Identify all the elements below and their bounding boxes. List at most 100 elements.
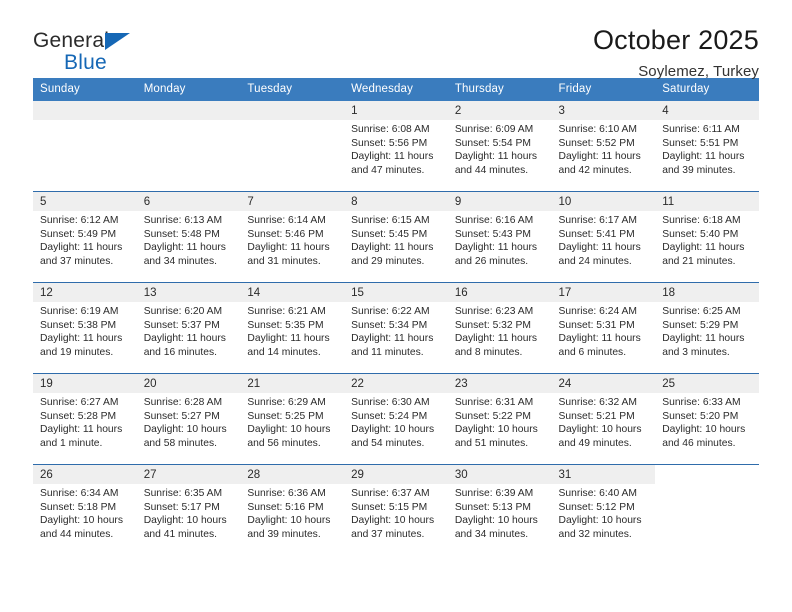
day-cell-content: 4 Sunrise: 6:11 AM Sunset: 5:51 PM Daylight… <box>655 101 759 191</box>
sunset-text: Sunset: 5:56 PM <box>351 137 428 149</box>
daylight-text-line1: Daylight: 10 hours <box>247 515 331 527</box>
calendar-day-cell[interactable]: 9 Sunrise: 6:16 AM Sunset: 5:43 PM Daylight… <box>447 191 552 283</box>
day-number: 15 <box>344 283 448 302</box>
sunrise-text: Sunrise: 6:15 AM <box>351 215 430 226</box>
day-cell-content: 24 Sunrise: 6:32 AM Sunset: 5:21 PM Dayligh… <box>551 374 656 464</box>
sun-info: Sunrise: 6:27 AM Sunset: 5:28 PM Daylight:… <box>33 393 137 450</box>
general-blue-logo[interactable]: General Blue <box>33 26 151 73</box>
daylight-text-line1: Daylight: 11 hours <box>558 151 641 163</box>
page-subtitle: Soylemez, Turkey <box>638 63 759 81</box>
daylight-text-line1: Daylight: 11 hours <box>662 333 745 345</box>
calendar-day-cell[interactable]: 14 Sunrise: 6:21 AM Sunset: 5:35 PM Dayligh… <box>240 282 345 374</box>
calendar-day-cell[interactable]: 21 Sunrise: 6:29 AM Sunset: 5:25 PM Dayligh… <box>240 373 345 465</box>
daylight-text-line1: Daylight: 10 hours <box>558 424 642 436</box>
calendar-day-cell[interactable]: 16 Sunrise: 6:23 AM Sunset: 5:32 PM Dayligh… <box>447 282 552 374</box>
calendar-day-cell[interactable]: 12 Sunrise: 6:19 AM Sunset: 5:38 PM Dayligh… <box>33 282 137 374</box>
sun-info: Sunrise: 6:31 AM Sunset: 5:22 PM Daylight:… <box>448 393 552 450</box>
sun-info: Sunrise: 6:23 AM Sunset: 5:32 PM Daylight:… <box>448 302 552 359</box>
day-cell-content: 1 Sunrise: 6:08 AM Sunset: 5:56 PM Daylight… <box>344 101 448 191</box>
day-number: 29 <box>344 465 448 484</box>
sunrise-text: Sunrise: 6:34 AM <box>40 488 119 499</box>
logo-word-general: General <box>33 29 110 52</box>
sun-info: Sunrise: 6:17 AM Sunset: 5:41 PM Daylight:… <box>552 211 656 268</box>
calendar-day-cell[interactable] <box>33 101 137 192</box>
calendar-day-cell[interactable]: 1 Sunrise: 6:08 AM Sunset: 5:56 PM Daylight… <box>344 101 448 192</box>
calendar-day-cell[interactable]: 20 Sunrise: 6:28 AM Sunset: 5:27 PM Dayligh… <box>136 373 241 465</box>
sunrise-text: Sunrise: 6:36 AM <box>247 488 326 499</box>
calendar-day-cell[interactable]: 3 Sunrise: 6:10 AM Sunset: 5:52 PM Daylight… <box>551 101 656 192</box>
day-cell-content <box>33 101 137 191</box>
calendar-day-cell[interactable]: 4 Sunrise: 6:11 AM Sunset: 5:51 PM Daylight… <box>655 101 759 192</box>
calendar-day-cell[interactable]: 25 Sunrise: 6:33 AM Sunset: 5:20 PM Dayligh… <box>655 373 759 465</box>
sun-info: Sunrise: 6:29 AM Sunset: 5:25 PM Daylight:… <box>240 393 344 450</box>
weekday-header-tuesday: Tuesday <box>240 78 345 101</box>
day-number: 23 <box>447 374 552 393</box>
sun-info: Sunrise: 6:21 AM Sunset: 5:35 PM Daylight:… <box>240 302 344 359</box>
day-number: 2 <box>447 101 552 120</box>
daylight-text-line2: and 14 minutes. <box>247 346 321 358</box>
day-cell-content: 25 Sunrise: 6:33 AM Sunset: 5:20 PM Dayligh… <box>655 374 759 464</box>
calendar-day-cell[interactable]: 5 Sunrise: 6:12 AM Sunset: 5:49 PM Daylight… <box>33 191 137 283</box>
day-number: 18 <box>655 283 759 302</box>
calendar-day-cell[interactable]: 2 Sunrise: 6:09 AM Sunset: 5:54 PM Daylight… <box>447 101 552 192</box>
sunset-text: Sunset: 5:29 PM <box>662 319 739 331</box>
calendar-day-cell[interactable] <box>240 101 345 192</box>
daylight-text-line2: and 44 minutes. <box>40 528 114 540</box>
calendar-day-cell[interactable]: 7 Sunrise: 6:14 AM Sunset: 5:46 PM Daylight… <box>240 191 345 283</box>
weekday-header-monday: Monday <box>136 78 241 101</box>
calendar-day-cell[interactable]: 26 Sunrise: 6:34 AM Sunset: 5:18 PM Dayligh… <box>33 464 137 555</box>
day-cell-content: 11 Sunrise: 6:18 AM Sunset: 5:40 PM Dayligh… <box>655 192 759 282</box>
sunrise-text: Sunrise: 6:23 AM <box>454 306 534 317</box>
sunrise-text: Sunrise: 6:08 AM <box>351 124 430 135</box>
day-cell-content: 28 Sunrise: 6:36 AM Sunset: 5:16 PM Dayligh… <box>240 465 345 555</box>
calendar-day-cell[interactable]: 10 Sunrise: 6:17 AM Sunset: 5:41 PM Dayligh… <box>551 191 656 283</box>
calendar-week-row: 1 Sunrise: 6:08 AM Sunset: 5:56 PM Daylight… <box>33 101 759 192</box>
sunset-text: Sunset: 5:17 PM <box>143 501 220 513</box>
sun-info: Sunrise: 6:35 AM Sunset: 5:17 PM Daylight:… <box>137 484 241 541</box>
daylight-text-line2: and 51 minutes. <box>454 437 529 449</box>
calendar-day-cell[interactable]: 30 Sunrise: 6:39 AM Sunset: 5:13 PM Dayligh… <box>447 464 552 555</box>
daylight-text-line1: Daylight: 11 hours <box>558 333 641 345</box>
calendar-day-cell[interactable]: 17 Sunrise: 6:24 AM Sunset: 5:31 PM Dayligh… <box>551 282 656 374</box>
calendar-day-cell[interactable] <box>136 101 241 192</box>
daylight-text-line1: Daylight: 10 hours <box>40 515 123 527</box>
day-cell-content: 3 Sunrise: 6:10 AM Sunset: 5:52 PM Daylight… <box>551 101 656 191</box>
daylight-text-line1: Daylight: 11 hours <box>454 151 538 163</box>
calendar-day-cell[interactable]: 23 Sunrise: 6:31 AM Sunset: 5:22 PM Dayligh… <box>447 373 552 465</box>
calendar-day-cell[interactable]: 24 Sunrise: 6:32 AM Sunset: 5:21 PM Dayligh… <box>551 373 656 465</box>
day-cell-content: 30 Sunrise: 6:39 AM Sunset: 5:13 PM Dayligh… <box>447 465 552 555</box>
day-number: 25 <box>655 374 759 393</box>
calendar-day-cell[interactable]: 8 Sunrise: 6:15 AM Sunset: 5:45 PM Daylight… <box>344 191 448 283</box>
sunset-text: Sunset: 5:34 PM <box>351 319 428 331</box>
daylight-text-line2: and 3 minutes. <box>662 346 730 358</box>
sun-info: Sunrise: 6:34 AM Sunset: 5:18 PM Daylight:… <box>33 484 137 541</box>
calendar-day-cell[interactable] <box>655 464 759 555</box>
calendar-day-cell[interactable]: 31 Sunrise: 6:40 AM Sunset: 5:12 PM Dayligh… <box>551 464 656 555</box>
daylight-text-line1: Daylight: 11 hours <box>40 424 123 436</box>
calendar-day-cell[interactable]: 6 Sunrise: 6:13 AM Sunset: 5:48 PM Daylight… <box>136 191 241 283</box>
daylight-text-line2: and 42 minutes. <box>558 164 632 176</box>
day-cell-content: 23 Sunrise: 6:31 AM Sunset: 5:22 PM Dayligh… <box>447 374 552 464</box>
daylight-text-line2: and 34 minutes. <box>454 528 529 540</box>
calendar-day-cell[interactable]: 19 Sunrise: 6:27 AM Sunset: 5:28 PM Dayligh… <box>33 373 137 465</box>
calendar-week-row: 19 Sunrise: 6:27 AM Sunset: 5:28 PM Dayligh… <box>33 373 759 465</box>
sun-info: Sunrise: 6:40 AM Sunset: 5:12 PM Daylight:… <box>552 484 656 541</box>
calendar-day-cell[interactable]: 27 Sunrise: 6:35 AM Sunset: 5:17 PM Dayligh… <box>136 464 241 555</box>
sunrise-text: Sunrise: 6:29 AM <box>247 397 326 408</box>
sunset-text: Sunset: 5:46 PM <box>247 228 324 240</box>
calendar-day-cell[interactable]: 28 Sunrise: 6:36 AM Sunset: 5:16 PM Dayligh… <box>240 464 345 555</box>
sunset-text: Sunset: 5:38 PM <box>40 319 117 331</box>
calendar-day-cell[interactable]: 15 Sunrise: 6:22 AM Sunset: 5:34 PM Dayligh… <box>344 282 448 374</box>
calendar-day-cell[interactable]: 18 Sunrise: 6:25 AM Sunset: 5:29 PM Dayligh… <box>655 282 759 374</box>
calendar-day-cell[interactable]: 13 Sunrise: 6:20 AM Sunset: 5:37 PM Dayligh… <box>136 282 241 374</box>
weekday-header-wednesday: Wednesday <box>344 78 448 101</box>
day-number: 11 <box>655 192 759 211</box>
day-number <box>136 101 241 120</box>
day-number: 17 <box>551 283 656 302</box>
sun-info: Sunrise: 6:19 AM Sunset: 5:38 PM Daylight:… <box>33 302 137 359</box>
sunrise-text: Sunrise: 6:35 AM <box>143 488 223 499</box>
calendar-day-cell[interactable]: 29 Sunrise: 6:37 AM Sunset: 5:15 PM Dayligh… <box>344 464 448 555</box>
day-number <box>33 101 137 120</box>
calendar-day-cell[interactable]: 22 Sunrise: 6:30 AM Sunset: 5:24 PM Dayligh… <box>344 373 448 465</box>
calendar-day-cell[interactable]: 11 Sunrise: 6:18 AM Sunset: 5:40 PM Dayligh… <box>655 191 759 283</box>
